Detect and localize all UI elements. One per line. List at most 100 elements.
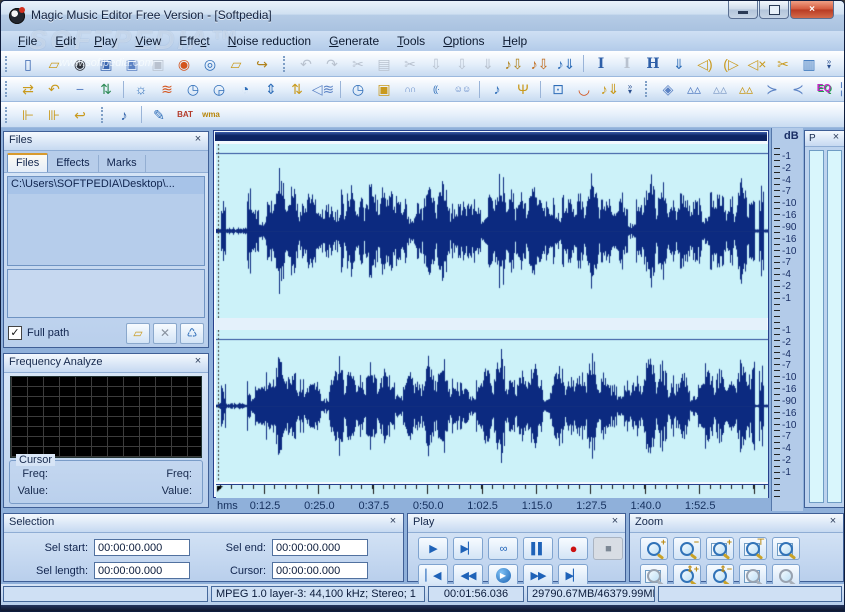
waveform-channel-left[interactable] [216, 144, 768, 318]
grip-handle[interactable] [645, 81, 650, 97]
sel-length-input[interactable] [94, 562, 190, 579]
import-folder-icon[interactable]: ▱ [223, 53, 249, 74]
mute-icon[interactable]: ◁× [744, 53, 770, 74]
invert-wave-icon[interactable]: ◈ [655, 79, 681, 100]
time-ruler-ticks[interactable] [216, 484, 768, 498]
full-path-checkbox[interactable]: ✓ [8, 326, 22, 340]
batch-process-icon[interactable]: BAT [172, 104, 198, 125]
grip-handle[interactable] [101, 107, 106, 123]
file-list-item[interactable]: C:\Users\SOFTPEDIA\Desktop\... [8, 177, 204, 195]
close-icon[interactable]: × [826, 515, 840, 529]
grip-handle[interactable] [5, 56, 10, 72]
zoom-full-button[interactable] [772, 537, 800, 560]
grip-handle[interactable] [5, 81, 10, 97]
menu-item-tools[interactable]: Tools [388, 34, 434, 48]
fade-speaker-icon[interactable]: ◁≋ [310, 79, 336, 100]
open-file-button[interactable]: ▱ [126, 323, 150, 344]
play-panel-header[interactable]: Play × [408, 514, 625, 533]
selection-frame-icon[interactable]: ▣ [371, 79, 397, 100]
open-cd-icon[interactable]: ◉ [67, 53, 93, 74]
waveform-channel-right[interactable] [216, 330, 768, 482]
zoom-in-button[interactable]: + [640, 537, 668, 560]
compress-wave-icon[interactable]: ▵▵ [707, 79, 733, 100]
hook-tool-icon[interactable]: ↩ [67, 104, 93, 125]
save-as-icon[interactable]: ▣ [119, 53, 145, 74]
delete-file-button[interactable]: ♺ [180, 323, 204, 344]
resample-icon[interactable]: ◔ [232, 79, 258, 100]
delete-selection-icon[interactable]: ✂ [345, 53, 371, 74]
menu-item-view[interactable]: View [126, 34, 170, 48]
crop-border-icon[interactable]: ▥ [796, 53, 822, 74]
time-stretch-icon[interactable]: ◷ [180, 79, 206, 100]
close-button[interactable]: × [790, 1, 834, 19]
silence-selection-icon[interactable]: H [640, 53, 666, 74]
convert-format-icon[interactable]: ⊡ [545, 79, 571, 100]
stopwatch-icon[interactable]: ◷ [345, 79, 371, 100]
tab-effects[interactable]: Effects [48, 155, 98, 172]
voice-lips-icon[interactable]: ◡ [571, 79, 597, 100]
pitch-shift-time-icon[interactable]: ◶ [206, 79, 232, 100]
redo-icon[interactable]: ↷ [319, 53, 345, 74]
files-list[interactable]: C:\Users\SOFTPEDIA\Desktop\... [7, 176, 205, 266]
expand-vertical-icon[interactable]: ⇕ [258, 79, 284, 100]
zoom-selection-in-button[interactable]: + [706, 537, 734, 560]
tab-marks[interactable]: Marks [99, 155, 146, 172]
save-icon[interactable]: ▣ [93, 53, 119, 74]
cut-icon[interactable]: ✂ [397, 53, 423, 74]
mix-from-file-icon[interactable]: ♪⇓ [553, 53, 579, 74]
tab-files[interactable]: Files [7, 153, 48, 172]
trim-scissors-icon[interactable]: ✂ [770, 53, 796, 74]
stop-button[interactable]: ■ [593, 537, 623, 560]
globe-brush-icon[interactable]: ✎ [146, 104, 172, 125]
note-properties-icon[interactable]: ♪ [111, 104, 137, 125]
fade-out-speaker-icon[interactable]: (▷ [718, 53, 744, 74]
extract-cd-icon[interactable]: ◎ [197, 53, 223, 74]
equalizer-icon[interactable]: EQ [811, 79, 837, 100]
menu-item-generate[interactable]: Generate [320, 34, 388, 48]
close-icon[interactable]: × [191, 355, 205, 369]
insert-silence-icon[interactable]: ⇓ [666, 53, 692, 74]
loop-button[interactable]: ∞ [488, 537, 518, 560]
burn-cd-icon[interactable]: ◉ [171, 53, 197, 74]
toolbar-overflow-button[interactable]: »▾ [822, 53, 836, 74]
reverse-icon[interactable]: ↶ [41, 79, 67, 100]
play-button[interactable]: ▶ [418, 537, 448, 560]
pitch-note-icon[interactable]: ♪ [484, 79, 510, 100]
insert-start-marker-icon[interactable]: ⊩ [15, 104, 41, 125]
pause-button[interactable]: ▌▌ [523, 537, 553, 560]
menu-item-edit[interactable]: Edit [46, 34, 85, 48]
wma-convert-icon[interactable]: wma [198, 104, 224, 125]
tuning-fork-icon[interactable]: Ψ [510, 79, 536, 100]
play-selection-button[interactable]: ▶▏ [453, 537, 483, 560]
undo-icon[interactable]: ↶ [293, 53, 319, 74]
toolbar-overflow-button[interactable]: »▾ [623, 79, 637, 100]
overview-bar[interactable] [215, 132, 767, 141]
sel-end-input[interactable] [272, 539, 368, 556]
menu-item-help[interactable]: Help [494, 34, 537, 48]
chorus-icon[interactable]: ☺☺ [449, 79, 475, 100]
paste-replace-icon[interactable]: ⇓ [475, 53, 501, 74]
open-folder-icon[interactable]: ▱ [41, 53, 67, 74]
close-icon[interactable]: × [386, 515, 400, 529]
trim-silence-icon[interactable]: I [614, 53, 640, 74]
amplify-icon[interactable]: ≋ [154, 79, 180, 100]
sel-start-input[interactable] [94, 539, 190, 556]
menu-item-effect[interactable]: Effect [170, 34, 218, 48]
paste-mix-icon[interactable]: ♪⇩ [501, 53, 527, 74]
save-all-icon[interactable]: ▣ [145, 53, 171, 74]
zoom-to-selection-button[interactable]: ⊤ [739, 537, 767, 560]
menu-item-play[interactable]: Play [85, 34, 126, 48]
paste-insert-icon[interactable]: ⇩ [449, 53, 475, 74]
channel-converter-icon[interactable]: ⇅ [284, 79, 310, 100]
sliders-icon[interactable]: ╎╎╎ [837, 79, 845, 100]
new-document-icon[interactable]: ▯ [15, 53, 41, 74]
headphones-icon[interactable]: ∩∩ [397, 79, 423, 100]
swap-channels-icon[interactable]: ⇅ [93, 79, 119, 100]
close-icon[interactable]: × [191, 133, 205, 147]
selection-panel-header[interactable]: Selection × [4, 514, 403, 533]
copy-icon[interactable]: ▤ [371, 53, 397, 74]
fade-in-icon[interactable]: ≻ [759, 79, 785, 100]
mixdown-note-icon[interactable]: ♪⇓ [597, 79, 623, 100]
zoom-out-button[interactable]: − [673, 537, 701, 560]
menu-item-file[interactable]: File [9, 34, 46, 48]
